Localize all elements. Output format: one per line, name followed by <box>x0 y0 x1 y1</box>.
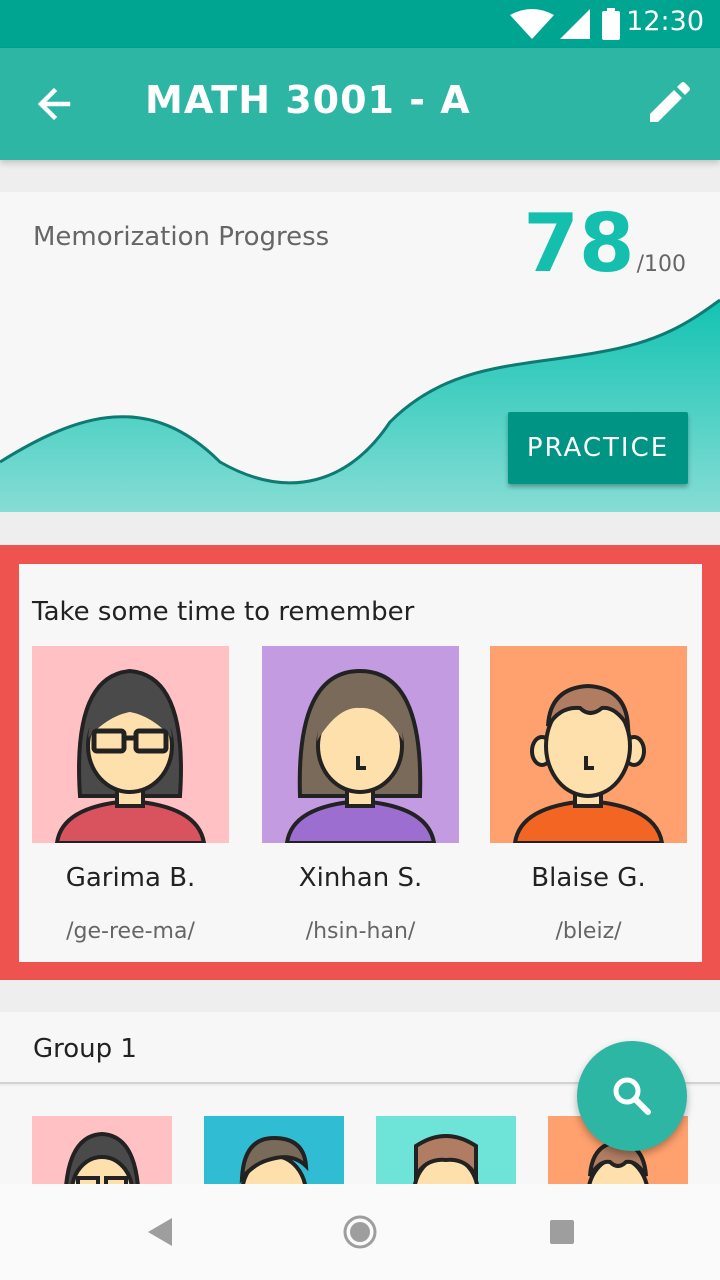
nav-home-icon[interactable] <box>332 1204 388 1260</box>
person-phonetic: /ge-ree-ma/ <box>66 919 195 944</box>
person-card[interactable]: Garima B. /ge-ree-ma/ <box>32 646 229 944</box>
progress-max: /100 <box>636 252 686 277</box>
pencil-icon[interactable] <box>644 80 692 128</box>
status-time: 12:30 <box>626 6 704 37</box>
status-icons <box>510 9 590 39</box>
nav-recents-icon[interactable] <box>534 1204 590 1260</box>
progress-label: Memorization Progress <box>33 222 330 252</box>
search-button[interactable] <box>577 1041 687 1151</box>
person-card[interactable]: Blaise G. /bleiz/ <box>490 646 687 944</box>
app-bar: MATH 3001 - A <box>0 48 720 160</box>
remember-title: Take some time to remember <box>32 597 415 627</box>
system-nav-bar <box>0 1184 720 1280</box>
progress-value: 78 <box>523 197 635 290</box>
person-name: Blaise G. <box>531 863 646 893</box>
avatar[interactable] <box>204 1116 344 1184</box>
back-arrow-icon[interactable] <box>28 78 80 130</box>
signal-icon <box>560 9 590 39</box>
progress-card: Memorization Progress 78 /100 PRACTICE <box>0 192 720 512</box>
avatar[interactable] <box>32 1116 172 1184</box>
practice-button[interactable]: PRACTICE <box>508 412 688 484</box>
progress-score: 78 /100 <box>523 204 686 284</box>
person-name: Xinhan S. <box>298 863 423 893</box>
person-phonetic: /bleiz/ <box>555 919 622 944</box>
page-title: MATH 3001 - A <box>145 78 471 122</box>
search-icon <box>613 1077 651 1115</box>
remember-highlight-frame: Take some time to remember Garima B. /ge… <box>0 545 720 980</box>
avatar <box>490 646 687 843</box>
person-name: Garima B. <box>65 863 196 893</box>
group-title: Group 1 <box>33 1034 137 1064</box>
person-phonetic: /hsin-han/ <box>305 919 416 944</box>
nav-back-icon[interactable] <box>132 1204 188 1260</box>
avatar <box>262 646 459 843</box>
person-card[interactable]: Xinhan S. /hsin-han/ <box>262 646 459 944</box>
avatar[interactable] <box>376 1116 516 1184</box>
remember-card: Take some time to remember Garima B. /ge… <box>19 564 702 962</box>
battery-icon <box>602 8 620 40</box>
wifi-icon <box>510 9 554 39</box>
avatar <box>32 646 229 843</box>
status-bar: 12:30 <box>0 0 720 48</box>
